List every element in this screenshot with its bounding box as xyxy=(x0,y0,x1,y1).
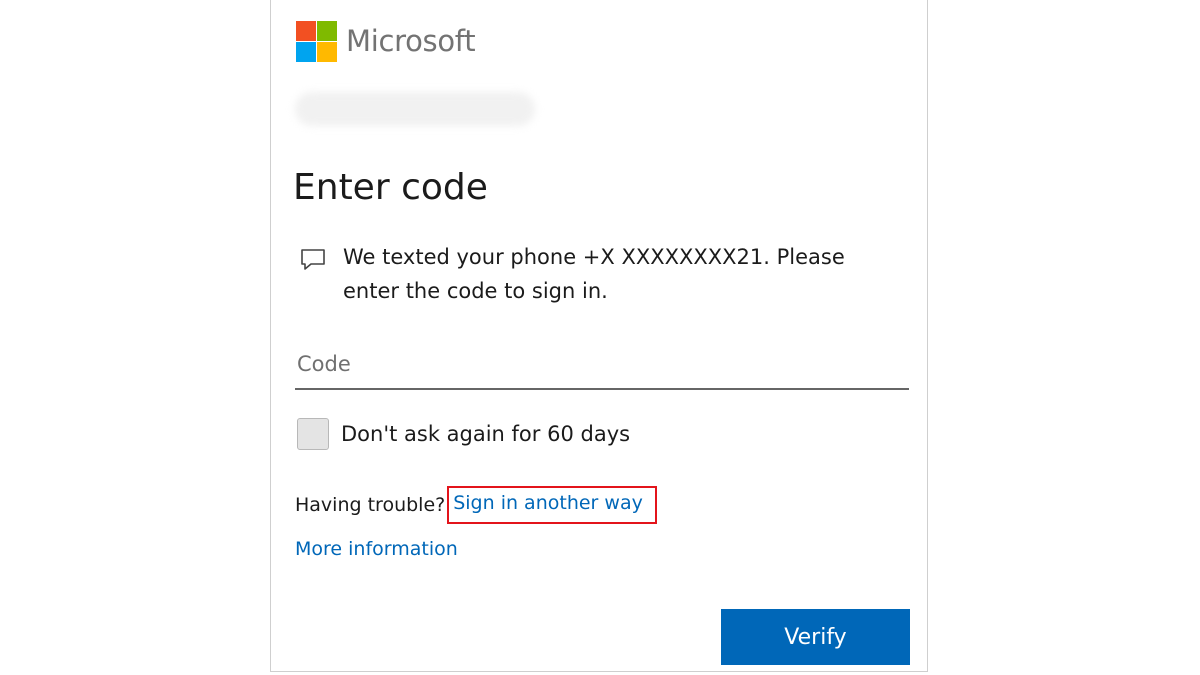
sms-message-text: We texted your phone +X XXXXXXXX21. Plea… xyxy=(343,245,845,303)
sign-in-card: Microsoft Enter code We texted your phon… xyxy=(270,0,928,672)
chat-bubble-icon xyxy=(301,249,325,270)
remember-device-label[interactable]: Don't ask again for 60 days xyxy=(341,422,630,446)
having-trouble-row: Having trouble? Sign in another way xyxy=(295,486,657,524)
page-title: Enter code xyxy=(293,167,488,208)
code-input[interactable] xyxy=(295,340,909,390)
sms-message: We texted your phone +X XXXXXXXX21. Plea… xyxy=(299,240,899,308)
more-information-link[interactable]: More information xyxy=(295,535,458,563)
logo-square-red xyxy=(296,21,316,41)
brand-name: Microsoft xyxy=(346,24,476,58)
remember-device-row[interactable]: Don't ask again for 60 days xyxy=(297,418,630,450)
sign-in-another-way-link[interactable]: Sign in another way xyxy=(447,486,657,524)
microsoft-logo-icon xyxy=(296,21,337,62)
logo-square-green xyxy=(317,21,337,41)
logo-square-blue xyxy=(296,42,316,62)
microsoft-logo: Microsoft xyxy=(296,21,476,62)
account-identifier-redacted xyxy=(295,92,535,126)
verify-button[interactable]: Verify xyxy=(721,609,910,665)
logo-square-yellow xyxy=(317,42,337,62)
having-trouble-text: Having trouble? xyxy=(295,494,446,516)
remember-device-checkbox[interactable] xyxy=(297,418,329,450)
